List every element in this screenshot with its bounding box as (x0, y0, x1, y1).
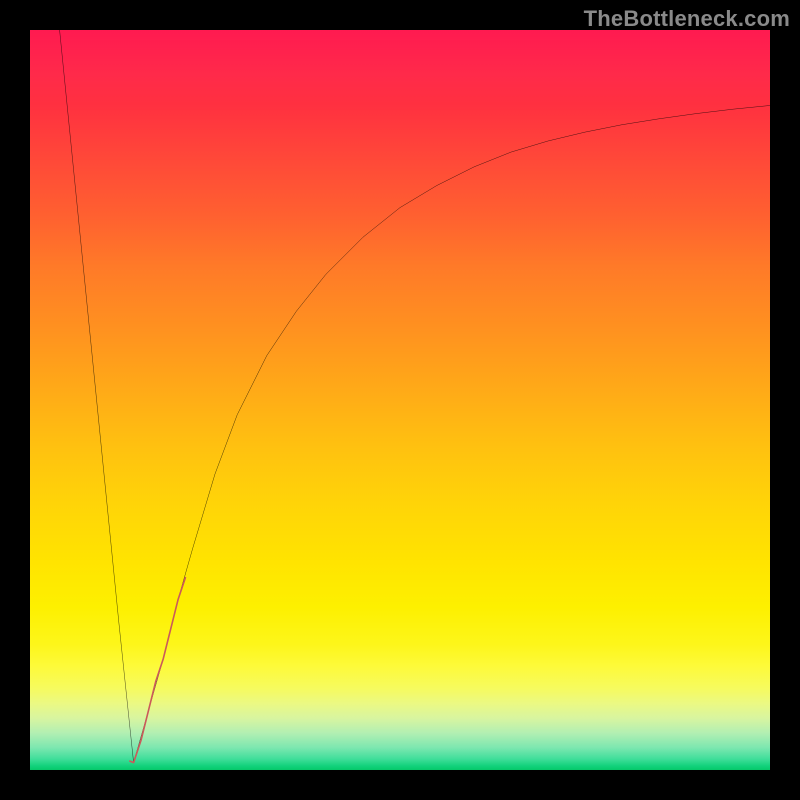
chart-frame: TheBottleneck.com (0, 0, 800, 800)
watermark-text: TheBottleneck.com (584, 6, 790, 32)
highlight-path (130, 578, 186, 763)
highlight-curve (30, 30, 770, 770)
plot-area (30, 30, 770, 770)
